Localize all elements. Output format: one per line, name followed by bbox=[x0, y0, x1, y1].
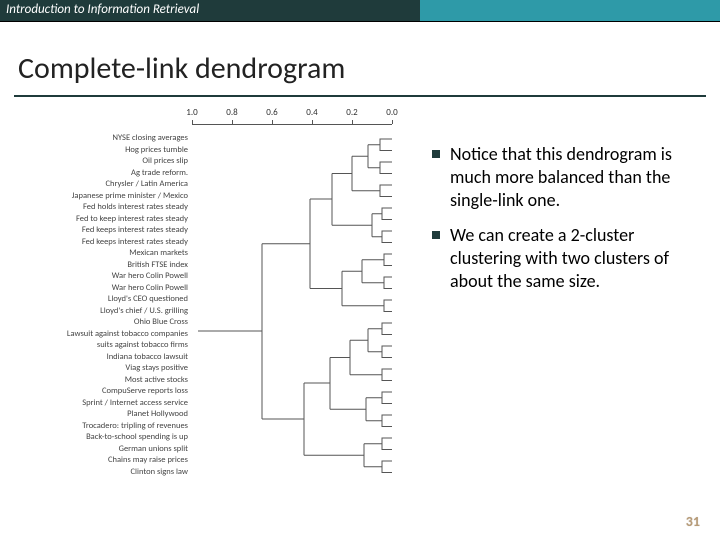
bullet-list: Notice that this dendrogram is much more… bbox=[414, 115, 706, 493]
dendrogram-leaf-label: Mexican markets bbox=[8, 248, 188, 259]
axis-tick-label: 0.8 bbox=[226, 107, 237, 118]
axis-tick-label: 1.0 bbox=[186, 107, 197, 118]
dendrogram-leaf-label: Ag trade reform. bbox=[8, 168, 188, 179]
dendrogram-leaf-label: suits against tobacco firms bbox=[8, 340, 188, 351]
dendrogram-leaf-label: War hero Colin Powell bbox=[8, 283, 188, 294]
axis-tick-label: 0.2 bbox=[346, 107, 357, 118]
course-header: Introduction to Information Retrieval bbox=[0, 0, 420, 22]
dendrogram-leaf-label: Chrysler / Latin America bbox=[8, 179, 188, 190]
dendrogram-axis: 1.00.80.60.40.20.0 bbox=[192, 115, 402, 133]
dendrogram-leaf-label: Sprint / Internet access service bbox=[8, 398, 188, 409]
page-number: 31 bbox=[686, 513, 700, 530]
dendrogram-leaf-label: Indiana tobacco lawsuit bbox=[8, 352, 188, 363]
title-underline bbox=[14, 95, 706, 97]
dendrogram-leaf-label: German unions split bbox=[8, 444, 188, 455]
dendrogram-leaf-label: Lloyd's chief / U.S. grilling bbox=[8, 306, 188, 317]
dendrogram-leaf-label: Fed keeps interest rates steady bbox=[8, 237, 188, 248]
dendrogram-body: NYSE closing averagesHog prices tumbleOi… bbox=[14, 133, 414, 493]
axis-tick-label: 0.4 bbox=[306, 107, 317, 118]
dendrogram-leaf-label: Fed keeps interest rates steady bbox=[8, 225, 188, 236]
dendrogram-leaf-label: Chains may raise prices bbox=[8, 455, 188, 466]
dendrogram-leaf-label: Viag stays positive bbox=[8, 363, 188, 374]
axis-tick bbox=[232, 120, 233, 124]
axis-tick-label: 0.0 bbox=[386, 107, 397, 118]
axis-tick bbox=[272, 120, 273, 124]
dendrogram-leaf-label: Fed to keep interest rates steady bbox=[8, 214, 188, 225]
axis-tick bbox=[392, 120, 393, 124]
slide-title: Complete-link dendrogram bbox=[0, 22, 720, 95]
dendrogram-leaf-label: Fed holds interest rates steady bbox=[8, 202, 188, 213]
dendrogram-leaf-label: NYSE closing averages bbox=[8, 133, 188, 144]
dendrogram-leaf-label: British FTSE index bbox=[8, 260, 188, 271]
dendrogram-leaf-label: Clinton signs law bbox=[8, 467, 188, 478]
axis-tick bbox=[192, 120, 193, 124]
axis-tick-label: 0.6 bbox=[266, 107, 277, 118]
bullet-item: Notice that this dendrogram is much more… bbox=[432, 143, 696, 212]
dendrogram-leaf-label: Ohio Blue Cross bbox=[8, 317, 188, 328]
dendrogram-leaf-label: War hero Colin Powell bbox=[8, 271, 188, 282]
dendrogram-leaf-label: Trocadero: tripling of revenues bbox=[8, 421, 188, 432]
dendrogram-leaf-label: Oil prices slip bbox=[8, 156, 188, 167]
axis-tick bbox=[352, 120, 353, 124]
dendrogram-leaf-label: Back-to-school spending is up bbox=[8, 432, 188, 443]
dendrogram-leaf-label: Lawsuit against tobacco companies bbox=[8, 329, 188, 340]
dendrogram-leaf-label: Lloyd's CEO questioned bbox=[8, 294, 188, 305]
dendrogram-leaf-label: Planet Hollywood bbox=[8, 409, 188, 420]
dendrogram-leaf-label: CompuServe reports loss bbox=[8, 386, 188, 397]
dendrogram-leaf-label: Japanese prime minister / Mexico bbox=[8, 191, 188, 202]
dendrogram-leaf-label: Most active stocks bbox=[8, 375, 188, 386]
dendrogram-leaf-label: Hog prices tumble bbox=[8, 145, 188, 156]
bullet-item: We can create a 2-cluster clustering wit… bbox=[432, 224, 696, 293]
axis-tick bbox=[312, 120, 313, 124]
dendrogram-figure: 1.00.80.60.40.20.0 NYSE closing averages… bbox=[14, 115, 414, 493]
header-accent bbox=[420, 0, 720, 22]
